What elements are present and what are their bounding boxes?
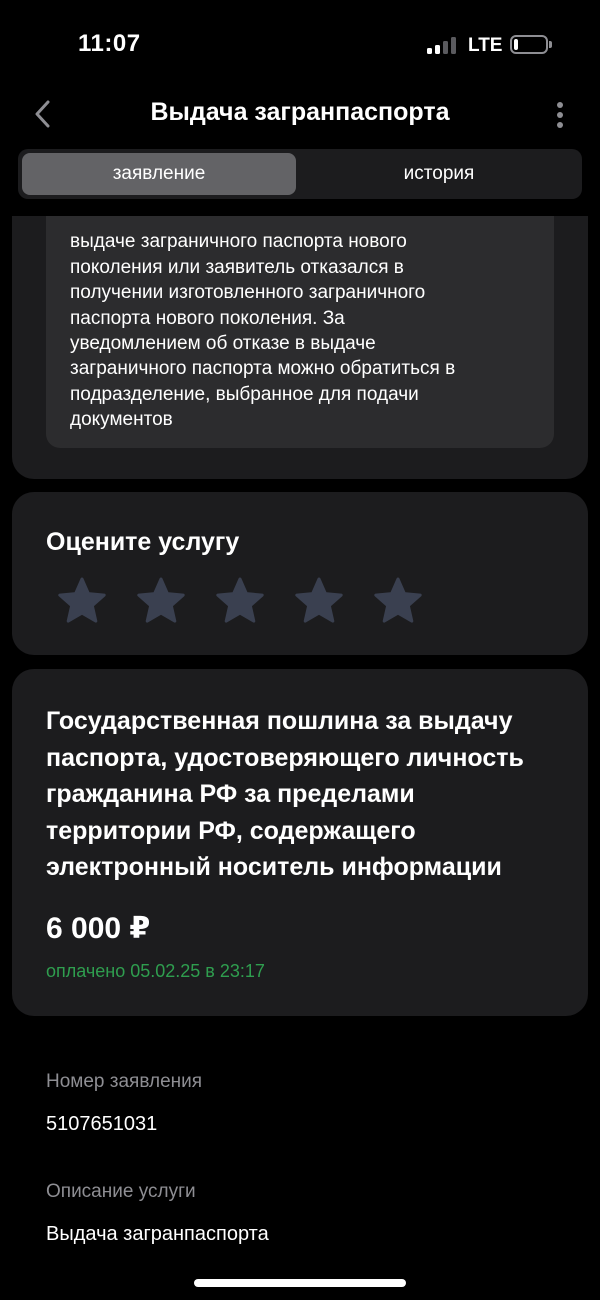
status-line: поколения или заявитель отказался в <box>70 256 404 278</box>
payment-status: оплачено 05.02.25 в 23:17 <box>46 961 265 981</box>
network-type: LTE <box>468 35 503 56</box>
fee-card[interactable]: Государственная пошлина за выдачу паспор… <box>12 669 588 1016</box>
cellular-signal-icon <box>427 36 459 54</box>
status-message-box: выдаче заграничного паспорта нового поко… <box>46 216 554 448</box>
status-line: паспорта нового поколения. За <box>70 307 345 329</box>
tab-application[interactable]: заявление <box>22 153 296 195</box>
tab-history[interactable]: история <box>300 153 578 195</box>
home-indicator[interactable] <box>194 1279 406 1287</box>
fee-amount: 6 000 ₽ <box>46 912 151 945</box>
star-icon[interactable] <box>372 576 424 628</box>
status-time: 11:07 <box>78 30 141 57</box>
status-line: заграничного паспорта можно обратиться в <box>70 358 456 380</box>
battery-level <box>514 39 518 50</box>
tab-bar: заявление история <box>18 149 582 199</box>
star-icon[interactable] <box>135 576 187 628</box>
service-description-label: Описание услуги <box>46 1181 196 1202</box>
battery-tip <box>549 41 552 48</box>
rating-card: Оцените услугу <box>12 492 588 655</box>
fee-title: Государственная пошлина за выдачу паспор… <box>46 707 524 881</box>
application-number-label: Номер заявления <box>46 1071 203 1092</box>
status-line: документов <box>70 409 173 431</box>
status-line: подразделение, выбранное для подачи <box>70 383 419 405</box>
status-bar: 11:07 LTE <box>0 0 600 90</box>
star-icon[interactable] <box>56 576 108 628</box>
status-line: получении изготовленного заграничного <box>70 282 426 304</box>
application-number-value: 5107651031 <box>46 1113 158 1135</box>
more-vertical-icon <box>557 102 563 108</box>
status-card: выдаче заграничного паспорта нового поко… <box>12 216 588 479</box>
battery-icon <box>510 35 548 54</box>
rating-stars <box>56 576 456 628</box>
star-icon[interactable] <box>293 576 345 628</box>
status-line: выдаче заграничного паспорта нового <box>70 231 407 253</box>
status-message-text: выдаче заграничного паспорта нового поко… <box>70 216 546 433</box>
status-message-cut-line <box>70 216 546 229</box>
page-title: Выдача загранпаспорта <box>150 98 450 126</box>
star-icon[interactable] <box>214 576 266 628</box>
service-description-value: Выдача загранпаспорта <box>46 1223 269 1245</box>
rating-title: Оцените услугу <box>46 528 240 556</box>
status-line: уведомлением об отказе в выдаче <box>70 333 376 355</box>
more-button[interactable] <box>548 100 572 130</box>
